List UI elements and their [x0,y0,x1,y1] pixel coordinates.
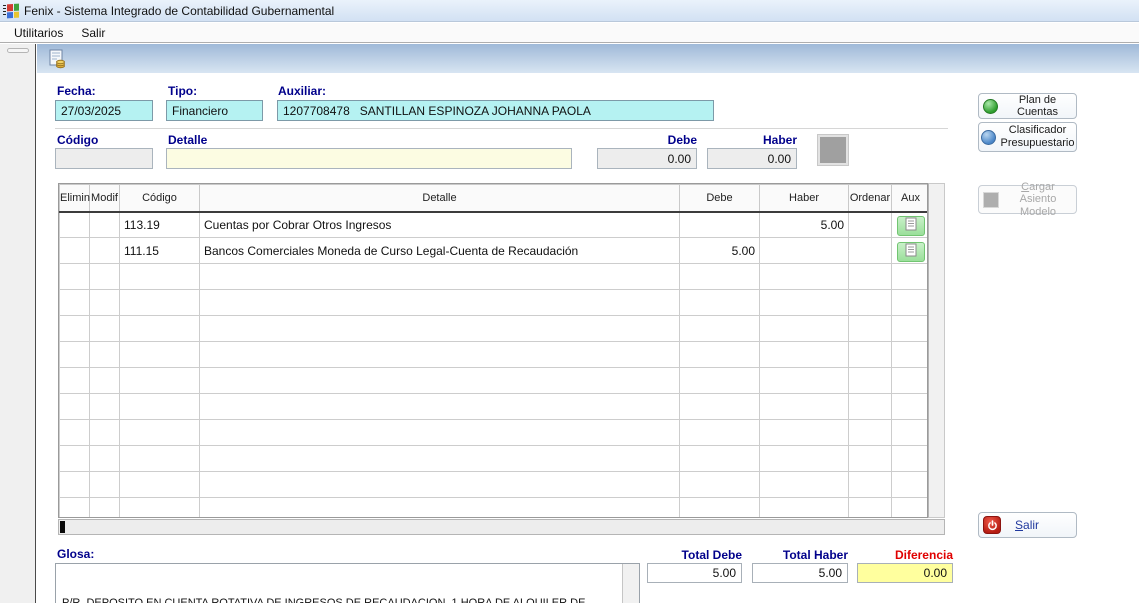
menu-bar: Utilitarios Salir [0,23,1139,43]
cell-detalle[interactable]: Cuentas por Cobrar Otros Ingresos [199,211,680,238]
total-debe-input[interactable] [647,563,742,583]
menu-utilitarios[interactable]: Utilitarios [6,24,71,42]
table-empty-row [59,367,927,394]
tipo-label: Tipo: [168,84,198,98]
table-empty-row [59,393,927,420]
total-haber-input[interactable] [752,563,848,583]
salir-accelerator: S [1015,518,1024,532]
cell-debe[interactable] [679,211,760,238]
glosa-scrollbar[interactable] [622,564,639,603]
menu-salir[interactable]: Salir [73,24,113,42]
table-header-row: Elimin Modif Código Detalle Debe Haber O… [59,184,927,213]
table-empty-row [59,289,927,316]
windows-logo-icon [3,3,19,18]
haber-input[interactable] [707,148,797,169]
total-debe-label: Total Debe [681,548,742,562]
fecha-label: Fecha: [57,84,96,98]
tipo-input[interactable] [166,100,263,121]
cargar-asiento-modelo-button: Cargar Asiento Modelo [978,181,1077,218]
salir-label: alir [1023,518,1040,532]
cargar-accelerator: C [1021,180,1030,193]
separator-line [55,128,948,129]
cell-debe[interactable]: 5.00 [679,237,760,264]
detalle-input[interactable] [166,148,572,169]
table-empty-row [59,315,927,342]
title-bar: Fenix - Sistema Integrado de Contabilida… [0,0,1139,22]
debe-input[interactable] [597,148,697,169]
power-icon [983,516,1001,534]
gray-square-icon [983,191,999,208]
table-empty-row [59,497,927,517]
plan-de-cuentas-label: Plan de Cuentas [1017,94,1058,118]
col-codigo: Código [119,184,200,213]
col-ordenar: Ordenar [848,184,892,213]
diferencia-input[interactable] [857,563,953,583]
table-empty-row [59,341,927,368]
diferencia-label: Diferencia [894,548,953,562]
left-dock-panel [0,44,36,603]
main-content: Fecha: Tipo: Auxiliar: Código Detalle De… [37,44,1139,603]
green-sphere-icon [983,98,998,114]
cell-codigo[interactable]: 113.19 [119,211,200,238]
col-elimin: Elimin [59,184,90,213]
col-aux: Aux [891,184,927,213]
auxiliar-label: Auxiliar: [278,84,327,98]
plan-de-cuentas-button[interactable]: Plan de Cuentas [978,93,1077,119]
col-haber: Haber [759,184,849,213]
scrollbar-thumb[interactable] [60,521,65,533]
codigo-input[interactable] [55,148,153,169]
cargar-label-line2: Modelo [1019,205,1057,218]
glosa-textarea[interactable]: P/R. DEPOSITO EN CUENTA ROTATIVA DE INGR… [55,563,640,603]
table-vertical-scrollbar[interactable] [928,183,945,518]
fecha-input[interactable] [55,100,153,121]
window-title: Fenix - Sistema Integrado de Contabilida… [24,3,335,18]
salir-button[interactable]: Salir [978,512,1077,538]
table-empty-row [59,419,927,446]
table-empty-row [59,263,927,290]
toolbar [37,44,1139,73]
blue-sphere-icon [980,129,996,145]
haber-label: Haber [762,133,797,147]
col-detalle: Detalle [199,184,680,213]
col-modif: Modif [89,184,120,213]
col-debe: Debe [679,184,760,213]
app-window: Fenix - Sistema Integrado de Contabilida… [0,0,1139,603]
cell-codigo[interactable]: 111.15 [119,237,200,264]
total-haber-label: Total Haber [782,548,848,562]
cell-haber[interactable]: 5.00 [759,211,849,238]
table-row[interactable]: 111.15 Bancos Comerciales Moneda de Curs… [59,237,927,264]
clasificador-presupuestario-button[interactable]: Clasificador Presupuestario [978,122,1077,152]
aux-detail-button[interactable] [896,241,925,262]
auxiliar-input[interactable] [277,100,714,121]
clasificador-label-line1: Clasificador [1008,124,1067,137]
debe-label: Debe [667,133,697,147]
table-empty-row [59,471,927,498]
codigo-label: Código [57,133,99,147]
table-row[interactable]: 113.19 Cuentas por Cobrar Otros Ingresos… [59,211,927,238]
journal-report-icon[interactable] [45,47,69,71]
entry-action-button[interactable] [817,134,849,166]
aux-detail-button[interactable] [896,215,925,236]
detalle-label: Detalle [168,133,208,147]
glosa-label: Glosa: [57,547,95,561]
table-horizontal-scrollbar[interactable] [58,519,945,535]
entries-table[interactable]: Elimin Modif Código Detalle Debe Haber O… [58,183,928,518]
dock-gripper[interactable] [7,48,29,53]
table-empty-row [59,445,927,472]
clasificador-label-line2: Presupuestario [1000,137,1075,149]
cell-haber[interactable] [759,237,849,264]
glosa-text: P/R. DEPOSITO EN CUENTA ROTATIVA DE INGR… [62,596,586,603]
cell-detalle[interactable]: Bancos Comerciales Moneda de Curso Legal… [199,237,680,264]
